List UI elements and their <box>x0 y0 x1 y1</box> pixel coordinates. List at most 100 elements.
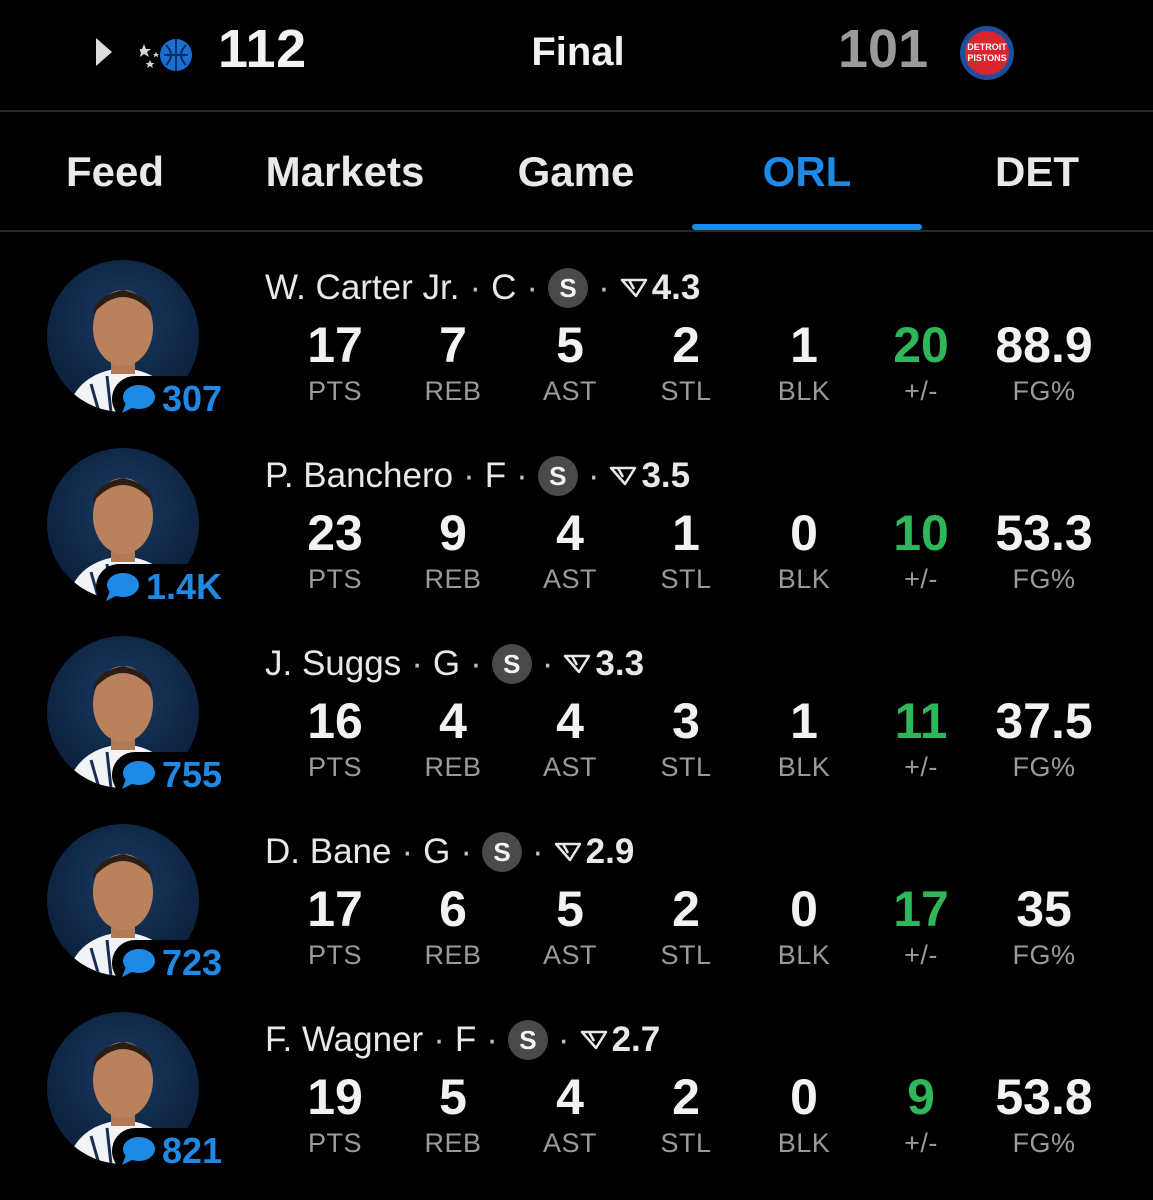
stat-value: 1 <box>790 693 818 749</box>
separator-dot: · <box>598 268 610 307</box>
stat-label: +/- <box>904 752 938 782</box>
stat-label: REB <box>424 376 482 406</box>
comment-badge[interactable]: 1.4K <box>96 564 229 610</box>
stat-value: 5 <box>439 1069 467 1125</box>
stat-value: 1 <box>672 505 700 561</box>
stat-blk: 0 BLK <box>739 1070 869 1159</box>
stat-reb: 4 REB <box>388 694 518 783</box>
stat-value: 6 <box>439 881 467 937</box>
stat-plus-minus: 11 +/- <box>856 694 986 783</box>
player-info: F. Wagner · F · S · 2.7 <box>265 1018 660 1062</box>
player-row-5[interactable]: 821 F. Wagner · F · S · 2.7 19 PTS 5 REB 4 AS… <box>0 992 1153 1180</box>
player-name[interactable]: J. Suggs <box>265 644 401 684</box>
det-logo-text-2: PISTONS <box>967 53 1006 63</box>
player-name[interactable]: F. Wagner <box>265 1020 423 1060</box>
stat-value: 2 <box>672 881 700 937</box>
stat-value: 4 <box>556 1069 584 1125</box>
stat-value: 16 <box>307 693 363 749</box>
stat-stl: 1 STL <box>621 506 751 595</box>
chat-bubble-icon <box>122 1137 155 1165</box>
player-row-2[interactable]: 1.4K P. Banchero · F · S · 3.5 23 PTS 9 REB… <box>0 428 1153 616</box>
chat-bubble-icon <box>122 761 155 789</box>
tab-feed[interactable]: Feed <box>0 112 230 232</box>
stat-label: FG% <box>1012 1128 1076 1158</box>
stat-value: 5 <box>556 881 584 937</box>
tab-det[interactable]: DET <box>922 112 1152 232</box>
stat-value: 2 <box>672 1069 700 1125</box>
rating-icon <box>610 466 637 486</box>
player-name[interactable]: W. Carter Jr. <box>265 268 459 308</box>
stat-value: 20 <box>893 317 949 373</box>
tab-markets[interactable]: Markets <box>230 112 460 232</box>
stat-label: REB <box>424 940 482 970</box>
player-rating: 3.3 <box>595 644 645 683</box>
stat-pts: 17 PTS <box>270 882 400 971</box>
stat-plus-minus: 20 +/- <box>856 318 986 407</box>
stat-pts: 19 PTS <box>270 1070 400 1159</box>
separator-dot: · <box>557 1020 570 1059</box>
player-row-4[interactable]: 723 D. Bane · G · S · 2.9 17 PTS 6 REB 5 AST 2… <box>0 804 1153 992</box>
stat-value: 9 <box>907 1069 935 1125</box>
stat-label: REB <box>424 564 482 594</box>
stat-value: 17 <box>893 881 949 937</box>
comment-count: 723 <box>162 942 223 983</box>
stat-label: FG% <box>1012 564 1076 594</box>
stat-value: 7 <box>439 317 467 373</box>
comment-badge[interactable]: 821 <box>112 1128 229 1174</box>
player-name[interactable]: D. Bane <box>265 832 391 872</box>
starter-badge: S <box>507 1020 548 1060</box>
player-info: J. Suggs · G · S · 3.3 <box>265 642 644 686</box>
score-header: 112 Final 101 DETROIT PISTONS <box>0 0 1153 110</box>
stat-value: 23 <box>307 505 363 561</box>
stat-fg-pct: 53.8 FG% <box>979 1070 1109 1159</box>
player-position: G <box>432 644 461 683</box>
stat-label: BLK <box>777 1128 831 1158</box>
stat-plus-minus: 9 +/- <box>856 1070 986 1159</box>
stat-value: 88.9 <box>995 317 1093 373</box>
stat-blk: 1 BLK <box>739 318 869 407</box>
stat-value: 0 <box>790 881 818 937</box>
rating-icon <box>564 654 591 674</box>
comment-badge[interactable]: 307 <box>112 376 229 422</box>
player-row-1[interactable]: 307 W. Carter Jr. · C · S · 4.3 17 PTS 7 RE… <box>0 240 1153 428</box>
stat-value: 0 <box>790 505 818 561</box>
starter-badge: S <box>548 268 589 308</box>
stat-label: STL <box>660 564 712 594</box>
stat-label: +/- <box>904 564 938 594</box>
starter-badge: S <box>482 832 523 872</box>
stat-label: REB <box>424 1128 482 1158</box>
stat-reb: 7 REB <box>388 318 518 407</box>
stat-plus-minus: 17 +/- <box>856 882 986 971</box>
player-info: P. Banchero · F · S · 3.5 <box>265 454 690 498</box>
play-icon[interactable] <box>96 38 112 66</box>
tab-game[interactable]: Game <box>461 112 691 232</box>
player-position: F <box>484 456 507 495</box>
stat-value: 4 <box>556 693 584 749</box>
stat-value: 1 <box>790 317 818 373</box>
separator-dot: · <box>470 644 482 683</box>
stat-stl: 3 STL <box>621 694 751 783</box>
player-position: G <box>423 832 451 871</box>
stat-value: 4 <box>556 505 584 561</box>
tab-orl[interactable]: ORL <box>692 112 922 232</box>
stat-value: 53.3 <box>995 505 1093 561</box>
stat-value: 35 <box>1016 881 1072 937</box>
stat-label: AST <box>542 376 597 406</box>
stat-fg-pct: 35 FG% <box>979 882 1109 971</box>
player-name[interactable]: P. Banchero <box>265 456 453 496</box>
comment-badge[interactable]: 755 <box>112 752 229 798</box>
player-row-3[interactable]: 755 J. Suggs · G · S · 3.3 16 PTS 4 REB 4 AST… <box>0 616 1153 804</box>
tabs-divider <box>0 230 1153 232</box>
stat-pts: 23 PTS <box>270 506 400 595</box>
rating-icon <box>620 278 647 298</box>
stat-value: 53.8 <box>995 1069 1093 1125</box>
stat-label: +/- <box>904 1128 938 1158</box>
player-rating: 3.5 <box>641 456 691 495</box>
comment-badge[interactable]: 723 <box>112 940 229 986</box>
game-status: Final <box>531 30 625 74</box>
chat-bubble-icon <box>122 385 155 413</box>
stat-value: 3 <box>672 693 700 749</box>
player-info: D. Bane · G · S · 2.9 <box>265 830 634 874</box>
separator-dot: · <box>463 456 475 495</box>
stat-label: STL <box>660 1128 712 1158</box>
